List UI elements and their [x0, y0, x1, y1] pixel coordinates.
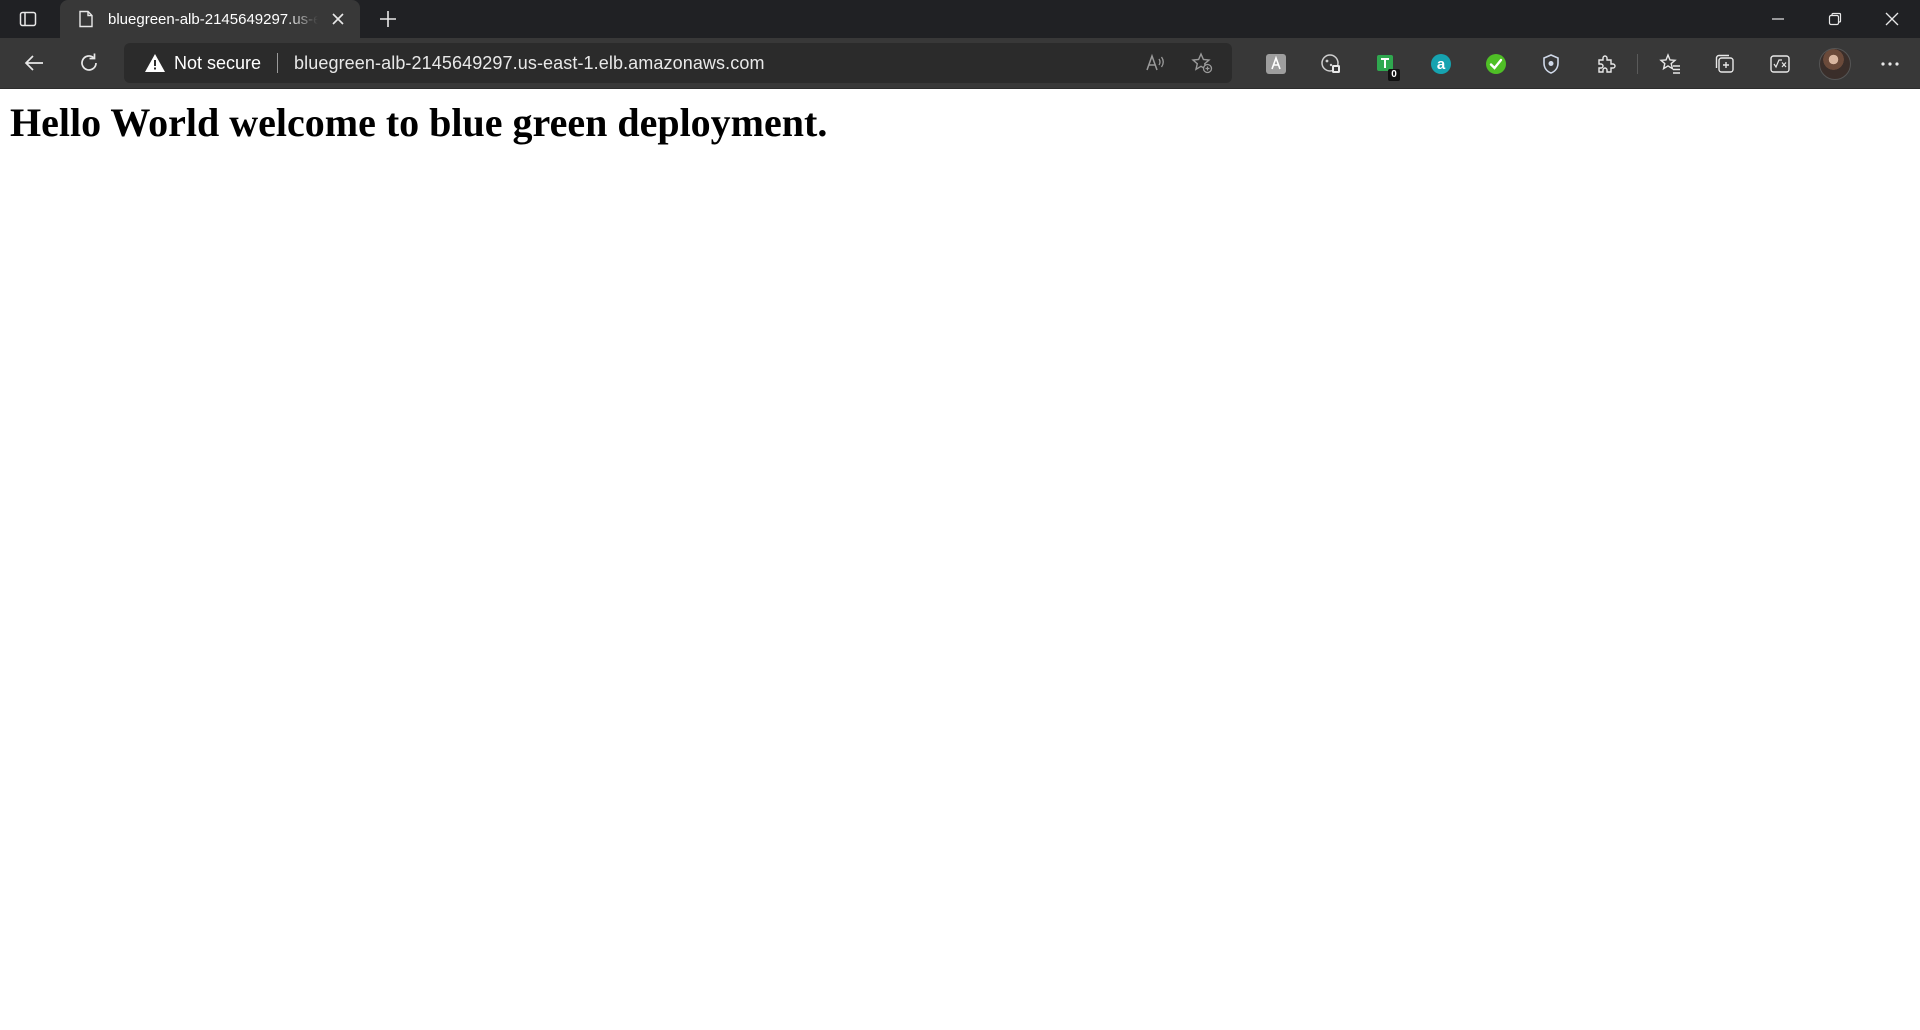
toolbar-separator — [1637, 53, 1638, 74]
address-separator — [277, 53, 279, 73]
profile-button[interactable] — [1807, 39, 1862, 89]
minimize-button[interactable] — [1749, 0, 1806, 38]
extension-green-check-button[interactable] — [1468, 39, 1523, 89]
refresh-icon — [81, 53, 97, 71]
avatar — [1818, 47, 1851, 80]
favorites-star-icon — [1658, 52, 1680, 74]
extension-a-icon — [1265, 53, 1286, 74]
site-info-button[interactable]: Not secure — [144, 52, 261, 74]
star-add-icon — [1191, 52, 1213, 74]
warning-icon — [144, 52, 166, 74]
extension-teal-a-button[interactable]: a — [1413, 39, 1468, 89]
close-icon — [1885, 12, 1898, 26]
page-heading: Hello World welcome to blue green deploy… — [10, 100, 828, 145]
read-aloud-icon — [1146, 53, 1164, 71]
extension-badge: 0 — [1388, 68, 1400, 81]
extensions-area: 0 a — [1248, 38, 1917, 89]
address-bar[interactable]: Not secure bluegreen-alb-2145649297.us-e… — [124, 43, 1232, 83]
math-solver-icon — [1769, 54, 1790, 73]
new-tab-button[interactable] — [368, 0, 408, 38]
math-solver-button[interactable] — [1752, 39, 1807, 89]
add-favorite-button[interactable] — [1182, 43, 1222, 83]
tab-actions-icon — [19, 11, 37, 27]
restore-icon — [1828, 12, 1841, 26]
tab-title: bluegreen-alb-2145649297.us-east-1.elb.a… — [108, 10, 318, 28]
tab-strip: bluegreen-alb-2145649297.us-east-1.elb.a… — [0, 0, 1920, 38]
restore-button[interactable] — [1806, 0, 1863, 38]
settings-more-button[interactable] — [1862, 39, 1917, 89]
close-window-button[interactable] — [1863, 0, 1920, 38]
extension-cookie-icon — [1320, 53, 1340, 73]
extension-a-button[interactable] — [1248, 39, 1303, 89]
page-icon — [76, 9, 96, 29]
more-dots-icon — [1880, 61, 1899, 66]
read-aloud-button[interactable] — [1136, 43, 1176, 83]
back-arrow-icon — [24, 55, 43, 71]
close-tab-icon[interactable] — [326, 7, 350, 31]
browser-toolbar: Not secure bluegreen-alb-2145649297.us-e… — [0, 38, 1920, 89]
tab-actions-menu-button[interactable] — [0, 0, 56, 38]
favorites-button[interactable] — [1642, 39, 1697, 89]
url-text[interactable]: bluegreen-alb-2145649297.us-east-1.elb.a… — [294, 53, 765, 74]
page-content: Hello World welcome to blue green deploy… — [0, 89, 1920, 155]
collections-button[interactable] — [1697, 39, 1752, 89]
extension-shield-icon — [1542, 53, 1559, 74]
security-label: Not secure — [174, 52, 262, 73]
extension-cookie-button[interactable] — [1303, 39, 1358, 89]
extension-shield-button[interactable] — [1523, 39, 1578, 89]
active-tab[interactable]: bluegreen-alb-2145649297.us-east-1.elb.a… — [60, 0, 360, 38]
plus-icon — [380, 11, 396, 27]
back-button[interactable] — [14, 43, 54, 83]
address-bar-actions — [1130, 43, 1222, 83]
extensions-puzzle-icon — [1597, 54, 1616, 73]
extensions-menu-button[interactable] — [1578, 39, 1633, 89]
collections-icon — [1715, 54, 1734, 73]
svg-text:a: a — [1436, 56, 1445, 73]
refresh-button[interactable] — [69, 43, 109, 83]
minimize-icon — [1771, 18, 1784, 20]
extension-teal-a-icon: a — [1430, 53, 1451, 74]
extension-green-counter-button[interactable]: 0 — [1358, 39, 1413, 89]
extension-green-check-icon — [1485, 53, 1506, 74]
window-controls — [1749, 0, 1920, 38]
